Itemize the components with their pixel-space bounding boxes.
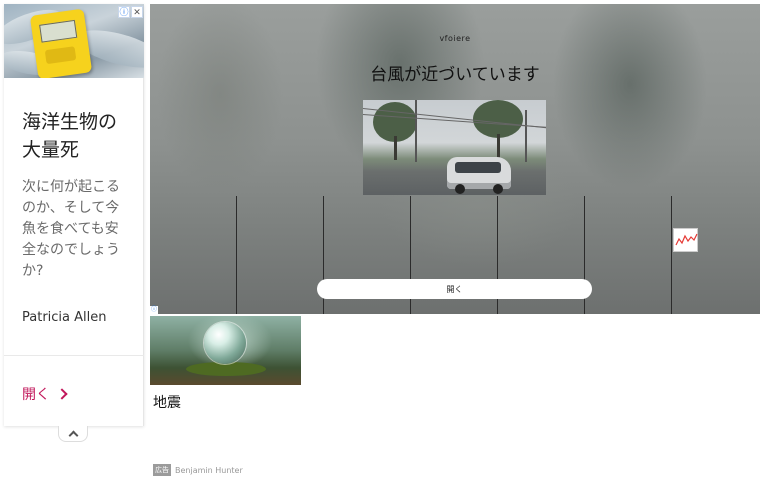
side-ad-open-button[interactable]: 開く [22, 384, 68, 404]
ad-info-icon[interactable]: ⓘ [150, 306, 158, 314]
banner-headline[interactable]: 台風が近づいています [150, 60, 760, 85]
dosimeter-device [29, 8, 93, 78]
grid-line [671, 196, 672, 314]
side-ad-image[interactable]: ⓘ ✕ [4, 4, 144, 78]
brand-name: vfoiere [439, 34, 471, 43]
ad-badge: 広告 [153, 464, 171, 476]
side-ad-body[interactable]: 次に何が起こるのか、そして今魚を食べても安全なのでしょうか? [22, 177, 132, 282]
typhoon-photo[interactable] [363, 100, 546, 195]
dosimeter-screen [39, 19, 78, 43]
side-ad-open-label: 開く [22, 387, 50, 403]
banner-ad[interactable]: vfoiere 台風が近づいています 開く [150, 4, 760, 314]
collapse-ad-button[interactable] [58, 426, 88, 442]
car-shape [447, 157, 511, 194]
sponsor-name: Benjamin Hunter [175, 465, 243, 475]
close-icon[interactable]: ✕ [131, 6, 143, 18]
card-title[interactable]: 地震 [153, 392, 181, 412]
side-ad-card[interactable]: ⓘ ✕ 海洋生物の大量死 次に何が起こるのか、そして今魚を食べても安全なのでしょ… [4, 4, 144, 426]
grid-line [236, 196, 237, 314]
dosimeter-button [44, 46, 77, 65]
chart-thumbnail-icon[interactable] [673, 228, 698, 252]
car-wheel [493, 184, 503, 194]
earthquake-image[interactable] [150, 316, 301, 385]
divider [4, 355, 144, 356]
side-ad-title[interactable]: 海洋生物の大量死 [22, 108, 132, 164]
tree-trunk [394, 136, 397, 160]
sponsor-line[interactable]: 広告 Benjamin Hunter [153, 464, 243, 476]
chevron-right-icon [56, 388, 68, 400]
side-ad-author: Patricia Allen [22, 310, 107, 325]
chevron-up-icon [68, 430, 78, 441]
car-window [455, 162, 501, 173]
moss-shape [186, 362, 266, 376]
glass-orb-shape [204, 322, 246, 364]
tree-shape [473, 100, 523, 138]
utility-pole [415, 100, 417, 162]
utility-pole [525, 110, 527, 162]
banner-open-button[interactable]: 開く [317, 279, 592, 299]
car-wheel [455, 184, 465, 194]
ad-info-icon[interactable]: ⓘ [118, 6, 130, 18]
line-chart-icon [675, 233, 698, 246]
